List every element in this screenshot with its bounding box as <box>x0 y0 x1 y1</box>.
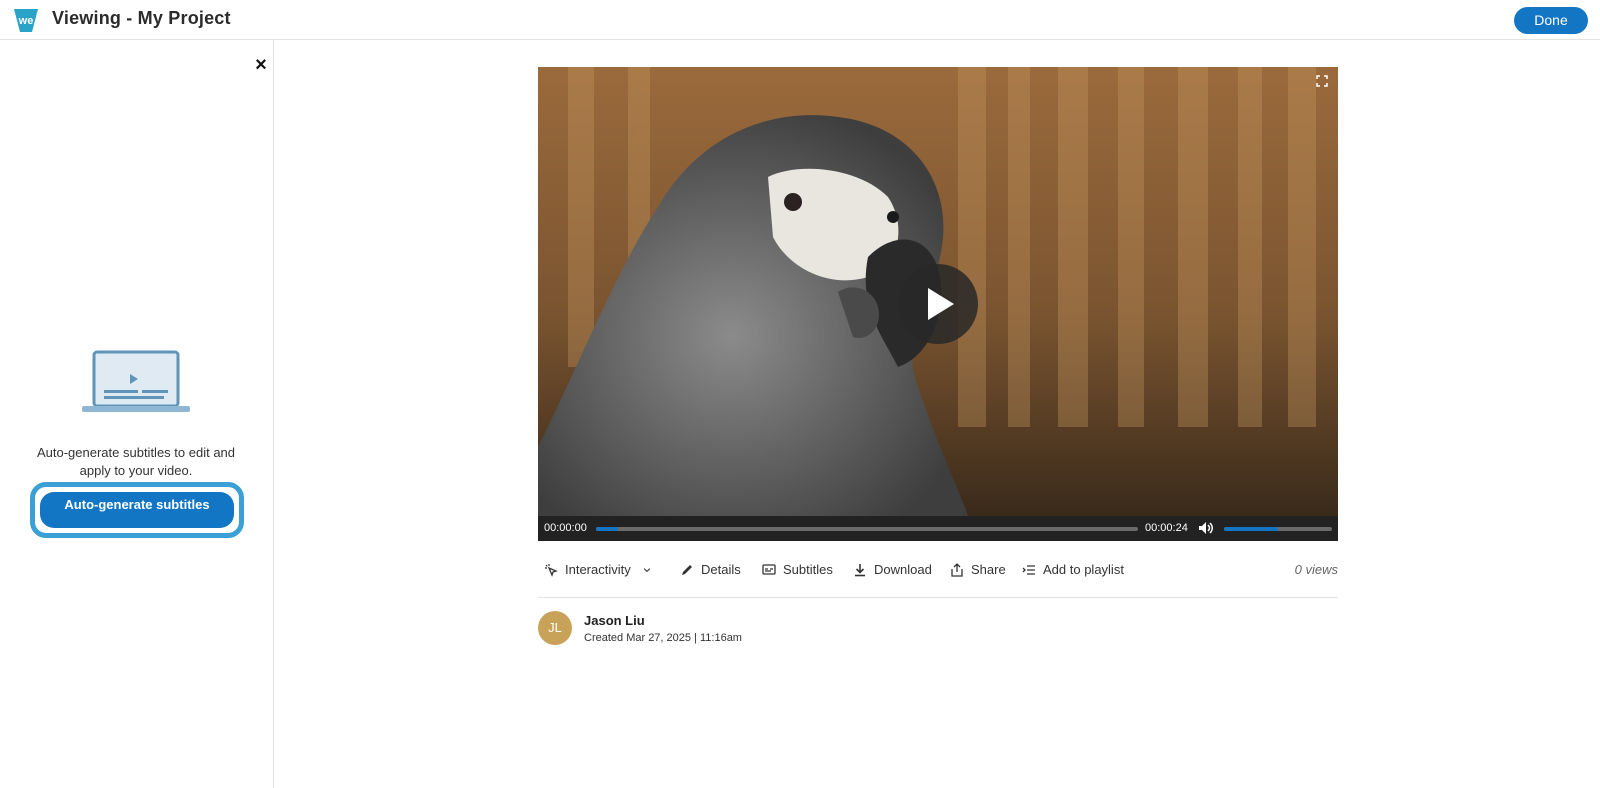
close-icon[interactable]: × <box>252 55 270 75</box>
fullscreen-icon[interactable] <box>1316 75 1328 87</box>
details-button[interactable]: Details <box>680 562 741 577</box>
video-actions-bar: Interactivity Details Subtitles Download… <box>538 558 1338 582</box>
share-icon <box>951 562 963 577</box>
play-button[interactable] <box>898 264 978 344</box>
player-controls: 00:00:00 00:00:24 <box>538 516 1338 541</box>
subtitles-icon <box>762 563 776 575</box>
done-button[interactable]: Done <box>1514 7 1588 34</box>
interactivity-label: Interactivity <box>565 562 631 577</box>
subtitles-description: Auto-generate subtitles to edit and appl… <box>36 445 236 478</box>
playlist-add-icon <box>1022 564 1035 575</box>
author-name: Jason Liu <box>584 613 645 628</box>
seek-bar[interactable] <box>596 527 1138 531</box>
add-to-playlist-button[interactable]: Add to playlist <box>1022 562 1124 577</box>
pencil-icon <box>682 564 692 575</box>
laptop-video-icon <box>82 350 190 412</box>
auto-generate-subtitles-button[interactable]: Auto-generate subtitles <box>40 492 234 528</box>
play-icon <box>928 288 954 320</box>
avatar[interactable]: JL <box>538 611 572 645</box>
volume-slider-fill <box>1224 527 1278 531</box>
subtitles-button[interactable]: Subtitles <box>762 562 833 577</box>
chevron-down-icon <box>643 567 650 572</box>
duration: 00:00:24 <box>1145 522 1188 534</box>
seek-bar-fill <box>596 527 618 531</box>
add-to-playlist-label: Add to playlist <box>1043 562 1124 577</box>
logo-text: we <box>18 15 34 27</box>
subtitles-label: Subtitles <box>783 562 833 577</box>
details-label: Details <box>701 562 741 577</box>
page-title: Viewing - My Project <box>52 8 231 28</box>
video-player[interactable]: 00:00:00 00:00:24 <box>538 67 1338 541</box>
share-button[interactable]: Share <box>950 562 1006 577</box>
cursor-sparkle-icon <box>545 563 558 577</box>
download-button[interactable]: Download <box>853 562 932 577</box>
volume-slider[interactable] <box>1224 527 1332 531</box>
view-count: 0 views <box>1294 562 1338 577</box>
download-icon <box>855 563 865 576</box>
top-bar: we Viewing - My Project Done <box>0 0 1600 40</box>
created-date: Created Mar 27, 2025 | 11:16am <box>584 632 742 644</box>
volume-icon[interactable] <box>1198 520 1214 536</box>
auto-generate-focus-ring: Auto-generate subtitles <box>30 482 244 538</box>
download-label: Download <box>874 562 932 577</box>
share-label: Share <box>971 562 1006 577</box>
wevideo-logo[interactable]: we <box>12 6 40 34</box>
subtitles-sidebar: × Auto-generate subtitles to edit and ap… <box>0 40 274 788</box>
interactivity-menu[interactable]: Interactivity <box>544 562 652 577</box>
actions-divider <box>538 597 1338 598</box>
current-time: 00:00:00 <box>544 522 587 534</box>
